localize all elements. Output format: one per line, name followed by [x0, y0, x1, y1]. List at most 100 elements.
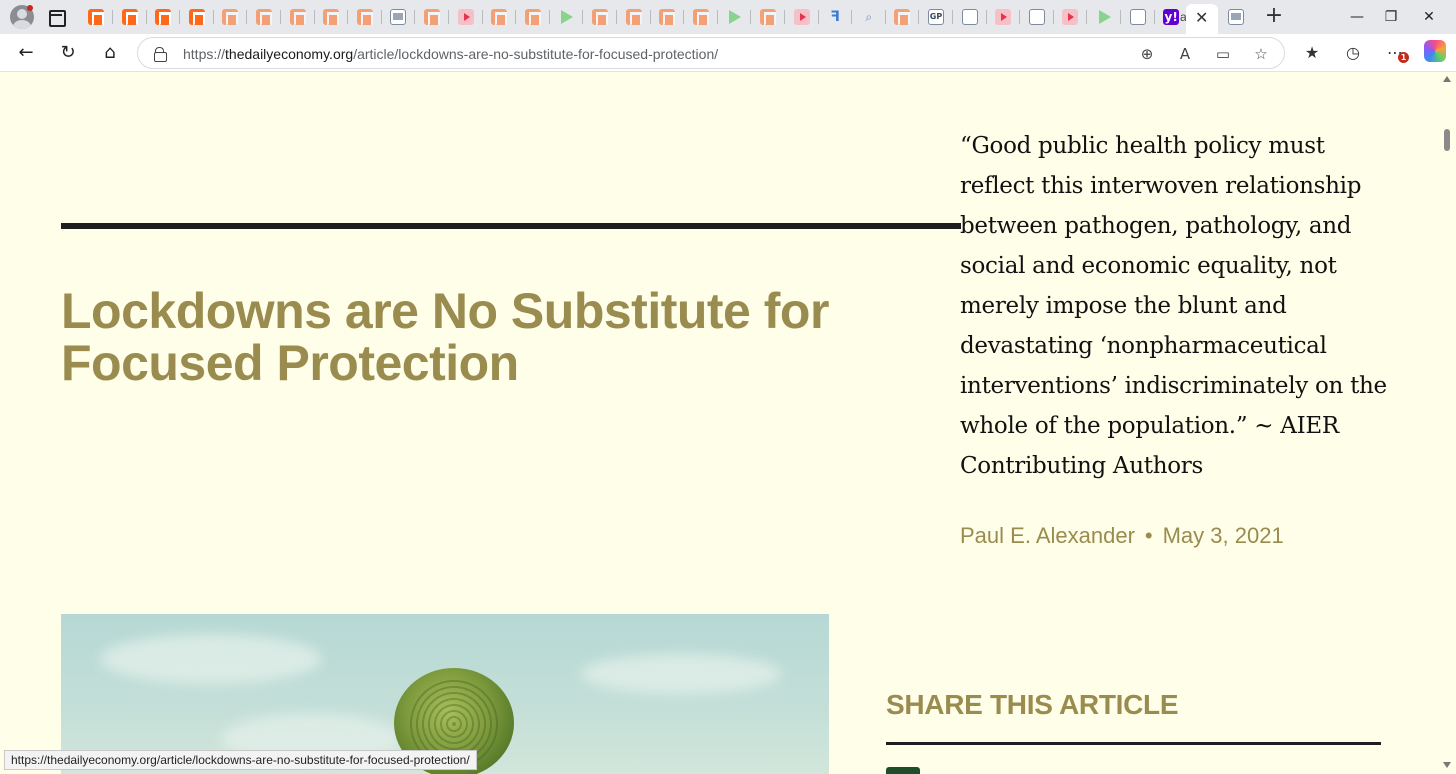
substack-icon — [256, 9, 272, 26]
tab[interactable] — [114, 6, 147, 28]
translate-icon: ꟻ — [830, 9, 840, 25]
notification-badge: 1 — [1398, 52, 1409, 63]
substack-icon — [188, 9, 205, 26]
substack-icon — [121, 9, 138, 26]
active-tab[interactable]: ✕ — [1186, 4, 1218, 34]
tab[interactable] — [584, 6, 617, 28]
share-facebook-icon[interactable] — [886, 767, 920, 774]
tab[interactable] — [349, 6, 382, 28]
immersive-reader-icon[interactable]: ▭ — [1212, 43, 1234, 65]
substack-icon — [323, 9, 340, 26]
substack-icon — [692, 9, 709, 26]
youtube-icon — [995, 9, 1012, 25]
url-scheme: https:// — [183, 46, 226, 62]
tab[interactable] — [483, 6, 517, 28]
back-arrow-icon[interactable]: ← — [13, 40, 39, 66]
tab[interactable] — [1220, 6, 1253, 28]
tab[interactable] — [450, 6, 483, 28]
new-tab-button[interactable]: + — [1262, 4, 1286, 28]
lock-icon[interactable] — [154, 47, 167, 62]
tab[interactable] — [416, 6, 449, 28]
tab[interactable] — [752, 6, 785, 28]
favorites-icon[interactable]: ★ — [1299, 40, 1325, 66]
ai-favicon-icon — [1028, 9, 1045, 25]
tab[interactable] — [886, 6, 920, 28]
scroll-up-icon[interactable] — [1443, 76, 1451, 82]
tab[interactable]: ⌕ — [853, 6, 886, 28]
byline-separator: • — [1144, 523, 1153, 548]
pull-quote: “Good public health policy must reflect … — [960, 133, 1387, 479]
substack-icon — [88, 9, 104, 26]
cloud — [101, 634, 321, 684]
minimize-icon[interactable]: — — [1342, 6, 1372, 28]
tab[interactable] — [382, 6, 416, 28]
tab[interactable] — [987, 6, 1021, 28]
history-icon[interactable]: ◷ — [1340, 40, 1366, 66]
web-page: Lockdowns are No Substitute for Focused … — [4, 73, 1438, 774]
tab[interactable] — [147, 6, 181, 28]
substack-icon — [491, 9, 508, 26]
tab[interactable] — [1122, 6, 1155, 28]
url-text[interactable]: https://thedailyeconomy.org/article/lock… — [183, 46, 718, 62]
play-icon — [729, 10, 742, 24]
address-bar[interactable]: https://thedailyeconomy.org/article/lock… — [137, 37, 1285, 69]
scroll-down-icon[interactable] — [1443, 762, 1451, 768]
byline: Paul E. Alexander • May 3, 2021 — [960, 523, 1284, 549]
substack-icon — [424, 9, 440, 26]
tab-actions-menu-icon[interactable] — [44, 5, 68, 29]
substack-icon — [155, 9, 172, 26]
tab[interactable] — [282, 6, 315, 28]
author-link[interactable]: Paul E. Alexander — [960, 523, 1135, 548]
youtube-icon — [793, 9, 810, 25]
restore-icon[interactable]: ❐ — [1376, 6, 1406, 28]
substack-icon — [625, 9, 642, 26]
url-path: /article/lockdowns-are-no-substitute-for… — [353, 46, 719, 62]
search-icon: ⌕ — [865, 10, 873, 24]
close-tab-icon[interactable]: ✕ — [1195, 8, 1208, 28]
substack-icon — [356, 9, 373, 26]
page-favicon-icon — [1129, 9, 1146, 25]
tab[interactable] — [315, 6, 349, 28]
tab[interactable] — [651, 6, 685, 28]
favorite-star-icon[interactable]: ☆ — [1250, 43, 1272, 65]
substack-icon — [894, 9, 911, 26]
tab[interactable] — [1088, 6, 1121, 28]
copilot-icon[interactable] — [1424, 40, 1446, 62]
vertical-scrollbar[interactable] — [1438, 73, 1456, 774]
tab[interactable] — [718, 6, 752, 28]
tab[interactable] — [517, 6, 550, 28]
tab[interactable] — [786, 6, 819, 28]
substack-icon — [524, 9, 541, 26]
tab[interactable] — [618, 6, 651, 28]
read-aloud-icon[interactable]: A — [1174, 43, 1196, 65]
profile-alert-dot — [27, 5, 33, 11]
zoom-icon[interactable]: ⊕ — [1136, 43, 1158, 65]
tab[interactable] — [214, 6, 248, 28]
publish-date: May 3, 2021 — [1162, 523, 1284, 548]
tab[interactable]: ꟻ — [819, 6, 853, 28]
tab[interactable] — [550, 6, 584, 28]
cloud — [581, 654, 781, 694]
tab[interactable]: GP — [920, 6, 953, 28]
scroll-thumb[interactable] — [1444, 129, 1450, 151]
share-heading: SHARE THIS ARTICLE — [886, 689, 1179, 720]
play-icon — [1099, 10, 1111, 24]
play-icon — [561, 10, 574, 24]
tab[interactable] — [685, 6, 718, 28]
title-divider — [61, 223, 961, 229]
link-status-bar: https://thedailyeconomy.org/article/lock… — [4, 750, 477, 770]
page-favicon-icon — [961, 9, 978, 25]
close-window-icon[interactable]: ✕ — [1414, 6, 1444, 28]
tab[interactable] — [1054, 6, 1088, 28]
tab[interactable] — [954, 6, 987, 28]
article-title: Lockdowns are No Substitute for Focused … — [61, 283, 829, 391]
substack-icon — [592, 9, 608, 26]
tab[interactable] — [181, 6, 214, 28]
tab-strip: ꟻ ⌕ GP y! a ✕ + — ❐ ✕ — [0, 0, 1456, 34]
home-icon[interactable]: ⌂ — [97, 40, 123, 66]
tab[interactable] — [1021, 6, 1054, 28]
share-divider — [886, 742, 1381, 745]
tab[interactable] — [80, 6, 113, 28]
tab[interactable] — [248, 6, 281, 28]
refresh-icon[interactable]: ↻ — [55, 40, 81, 66]
